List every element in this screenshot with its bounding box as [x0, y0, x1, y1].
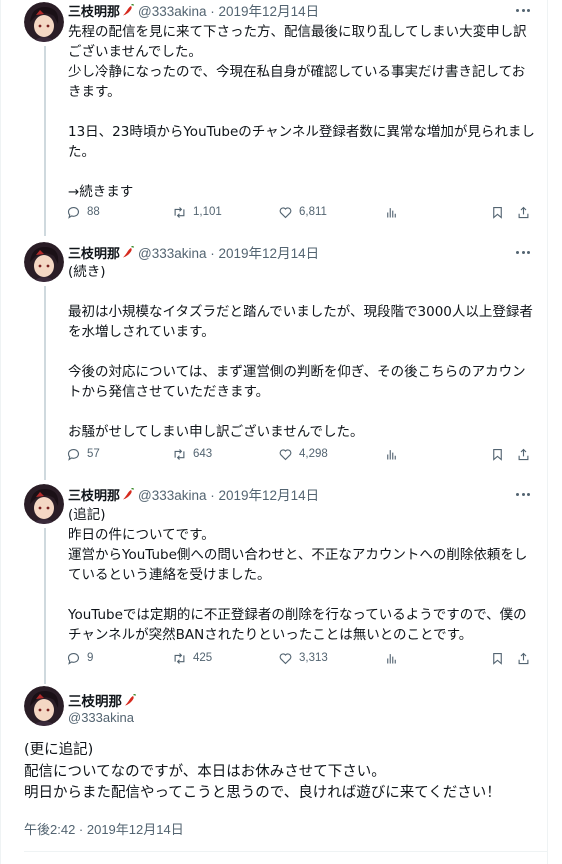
chili-pepper-icon: [121, 245, 135, 259]
reply-icon: [67, 448, 80, 461]
like-count: 4,298: [299, 448, 328, 460]
reply-button[interactable]: 9: [66, 648, 93, 668]
reply-button[interactable]: 57: [66, 444, 100, 464]
bookmark-button[interactable]: [490, 202, 511, 222]
author-name[interactable]: 三枝明那: [68, 485, 120, 504]
heart-icon: [279, 652, 292, 664]
thread-tweet[interactable]: 三枝明那 @333akina · 2019年12月14日 先程の配信を見に来て下…: [0, 0, 562, 236]
more-options-icon[interactable]: [512, 3, 534, 17]
like-count: 3,313: [299, 652, 328, 664]
share-icon: [518, 448, 529, 460]
share-button[interactable]: [516, 202, 537, 222]
share-icon: [518, 206, 529, 218]
tweet-meta[interactable]: @333akina · 2019年12月14日: [138, 242, 319, 262]
views-button[interactable]: [384, 202, 405, 222]
chili-pepper-icon: [123, 693, 137, 707]
more-options-icon[interactable]: [512, 245, 534, 259]
retweet-button[interactable]: 1,101: [172, 202, 222, 222]
like-button[interactable]: 3,313: [278, 648, 328, 668]
avatar[interactable]: [24, 2, 64, 42]
tweet-actions: 88 1,101 6,811: [66, 202, 536, 222]
tweet-meta[interactable]: @333akina · 2019年12月14日: [138, 484, 319, 504]
main-author-name-row[interactable]: 三枝明那: [68, 690, 140, 710]
bookmark-icon: [493, 448, 502, 461]
more-options-icon[interactable]: [512, 487, 534, 501]
reply-count: 57: [87, 448, 100, 460]
reply-icon: [67, 206, 80, 219]
author-name[interactable]: 三枝明那: [68, 1, 120, 20]
share-icon: [518, 652, 529, 664]
reply-count: 9: [87, 652, 94, 664]
tweet-text: (続き) 最初は小規模なイタズラだと踏んでいましたが、現段階で3000人以上登録…: [68, 264, 533, 440]
avatar[interactable]: [24, 484, 64, 524]
views-button[interactable]: [384, 648, 405, 668]
avatar[interactable]: [24, 242, 64, 282]
analytics-icon: [387, 653, 396, 663]
main-tweet-text: (更に追記) 配信についてなのですが、本日はお休みさせて下さい。 明日からまた配…: [24, 742, 501, 801]
avatar[interactable]: [24, 686, 64, 726]
like-count: 6,811: [299, 206, 327, 218]
retweet-count: 643: [193, 448, 213, 460]
retweet-icon: [174, 448, 185, 460]
reply-button[interactable]: 88: [66, 202, 100, 222]
tweet-text: (追記) 昨日の件についてです。 運営からYouTube側への問い合わせと、不正…: [68, 507, 528, 643]
share-button[interactable]: [516, 444, 537, 464]
tweet-actions: 9 425 3,313: [66, 648, 536, 668]
bookmark-button[interactable]: [490, 648, 511, 668]
views-button[interactable]: [384, 444, 405, 464]
thread-tweet[interactable]: 三枝明那 @333akina · 2019年12月14日 (追記) 昨日の件につ…: [0, 482, 562, 676]
retweet-button[interactable]: 425: [172, 648, 212, 668]
like-button[interactable]: 4,298: [278, 444, 328, 464]
divider: [24, 851, 548, 852]
retweet-button[interactable]: 643: [172, 444, 212, 464]
tweet-timestamp[interactable]: 午後2:42 · 2019年12月14日: [24, 819, 184, 838]
retweet-icon: [174, 206, 185, 218]
retweet-icon: [174, 652, 185, 664]
thread-tweet[interactable]: 三枝明那 @333akina · 2019年12月14日 (続き) 最初は小規模…: [0, 240, 562, 474]
author-name[interactable]: 三枝明那: [68, 690, 122, 710]
tweet-actions: 57 643 4,298: [66, 444, 536, 464]
bookmark-icon: [493, 652, 502, 665]
bookmark-button[interactable]: [490, 444, 511, 464]
analytics-icon: [387, 207, 396, 217]
like-button[interactable]: 6,811: [278, 202, 327, 222]
chili-pepper-icon: [121, 487, 135, 501]
bookmark-icon: [493, 206, 502, 219]
share-button[interactable]: [516, 648, 537, 668]
tweet-text: 先程の配信を見に来て下さった方、配信最後に取り乱してしまい大変申し訳 ございませ…: [68, 24, 535, 200]
retweet-count: 425: [193, 652, 213, 664]
author-name[interactable]: 三枝明那: [68, 243, 120, 262]
retweet-count: 1,101: [193, 206, 222, 218]
author-handle[interactable]: @333akina: [68, 710, 134, 725]
heart-icon: [279, 206, 292, 218]
tweet-meta[interactable]: @333akina · 2019年12月14日: [138, 0, 319, 20]
reply-icon: [67, 652, 80, 665]
reply-count: 88: [87, 206, 100, 218]
analytics-icon: [387, 449, 396, 459]
chili-pepper-icon: [121, 3, 135, 17]
heart-icon: [279, 448, 292, 460]
